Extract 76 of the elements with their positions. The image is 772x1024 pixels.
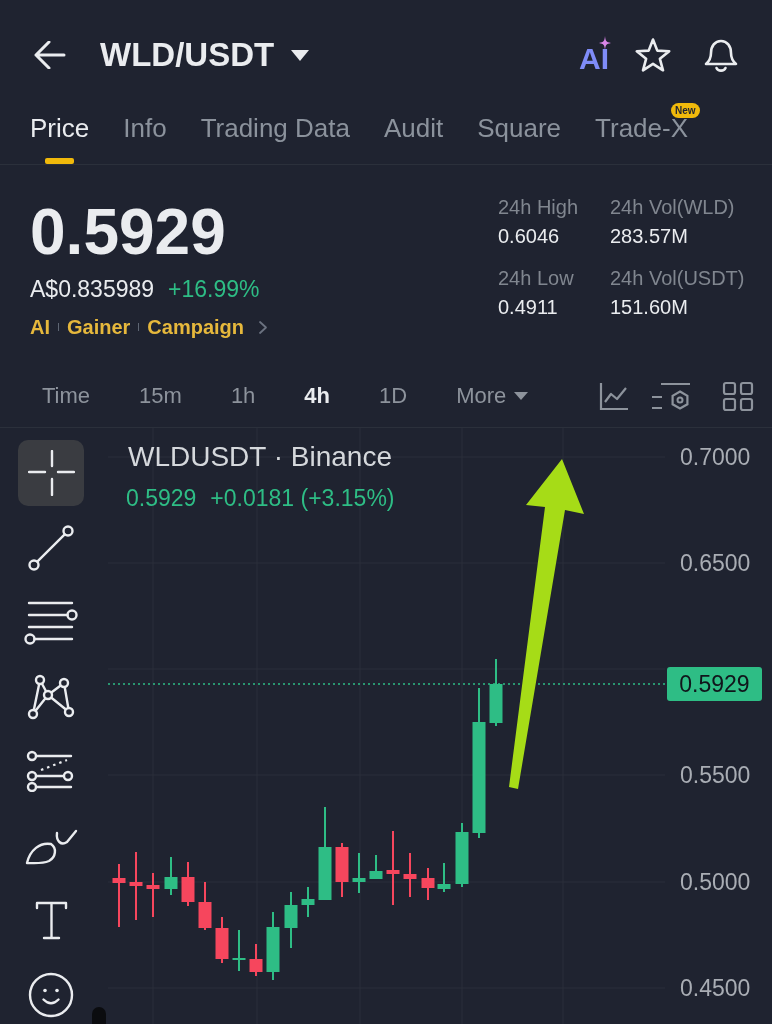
bullish-candle [352, 853, 366, 893]
ai-button[interactable]: AI [579, 36, 611, 74]
grid-icon[interactable] [722, 380, 754, 412]
fiat-price: A$0.835989 [30, 275, 155, 303]
bullish-candle [369, 855, 383, 879]
price-axis-label: 0.6500 [680, 549, 751, 577]
bullish-candle [301, 887, 315, 917]
interval-tab[interactable]: More [456, 382, 530, 410]
interval-tab[interactable]: 1D [379, 382, 408, 410]
interval-tab[interactable]: 1h [230, 382, 256, 410]
bullish-candle [284, 892, 298, 948]
smiley-icon [28, 972, 74, 1019]
stat-value: 0.6046 [498, 224, 561, 248]
line-segment-icon [27, 523, 75, 572]
stat-value: 151.60M [610, 295, 689, 319]
stat-label: 24h Low [498, 266, 575, 290]
price-axis-label: 0.4500 [680, 974, 751, 1002]
bullish-candle [232, 930, 246, 971]
last-price: 0.5929 [30, 200, 226, 264]
price-axis-label: 0.7000 [680, 443, 751, 471]
bearish-candle [249, 944, 263, 976]
back-arrow-icon[interactable] [33, 41, 67, 69]
drawing-tool-button[interactable] [18, 440, 84, 506]
tab[interactable]: Audit [383, 102, 444, 164]
dashed-lines-icon [26, 750, 76, 793]
chart-title: WLDUSDT · Binance [128, 440, 392, 474]
tab[interactable]: Info [123, 102, 167, 164]
stat-value: 283.57M [610, 224, 689, 248]
price-axis-label: 0.5000 [680, 868, 751, 896]
caret-down-icon [513, 391, 530, 401]
sparkle-icon [599, 36, 611, 50]
tag-link[interactable]: Gainer [67, 314, 131, 340]
chart-last-price: 0.5929 [126, 484, 197, 512]
stat-label: 24h High [498, 195, 580, 219]
bearish-candle [198, 882, 212, 930]
interval-tab[interactable]: Time [42, 382, 91, 410]
new-badge: New [671, 103, 700, 118]
resize-handle[interactable] [92, 1007, 106, 1024]
bearish-candle [403, 853, 417, 897]
bearish-candle [335, 843, 349, 897]
tab[interactable]: Square [477, 102, 562, 164]
chevron-right-icon[interactable] [258, 319, 269, 335]
bullish-candle [455, 823, 469, 887]
stat-label: 24h Vol(WLD) [610, 195, 736, 219]
bullish-candle [489, 659, 503, 726]
node-pattern-icon [27, 673, 75, 720]
chart-price-change: +0.0181 (+3.15%) [210, 484, 395, 512]
bullish-candle [437, 863, 451, 892]
price-change: +16.99% [168, 275, 260, 303]
bearish-candle [181, 862, 195, 906]
bullish-candle [164, 857, 178, 895]
bearish-candle [129, 852, 143, 920]
bearish-candle [421, 868, 435, 900]
bearish-candle [215, 917, 229, 963]
text-icon [34, 901, 68, 941]
bullish-candle [266, 912, 280, 980]
tag-link[interactable]: Campaign [147, 314, 245, 340]
horizontal-lines-icon [24, 599, 78, 646]
pair-title[interactable]: WLD/USDT [100, 35, 275, 75]
caret-down-icon[interactable] [290, 48, 311, 62]
star-icon[interactable] [635, 38, 671, 72]
crosshair-icon [27, 450, 75, 496]
bearish-candle [112, 864, 126, 927]
price-axis-label: 0.5500 [680, 761, 751, 789]
tab[interactable]: Price [30, 102, 90, 164]
bearish-candle [146, 873, 160, 917]
line-chart-icon[interactable] [598, 380, 630, 412]
bell-icon[interactable] [703, 37, 739, 73]
last-price-tag: 0.5929 [667, 667, 762, 701]
tab[interactable]: Trading Data [200, 102, 350, 164]
tag-link[interactable]: AI [30, 314, 50, 340]
stat-label: 24h Vol(USDT) [610, 266, 745, 290]
interval-tab[interactable]: 15m [139, 382, 182, 410]
stat-value: 0.4911 [498, 295, 559, 319]
lines-hexagon-icon[interactable] [650, 380, 692, 412]
interval-tab[interactable]: 4h [304, 382, 331, 410]
